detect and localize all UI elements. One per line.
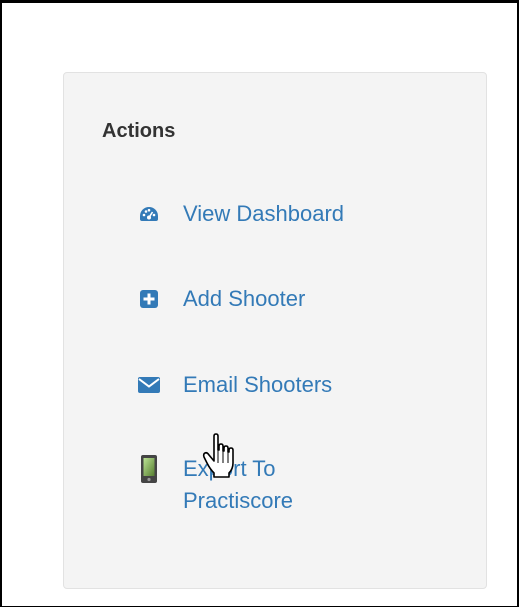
export-to-practiscore-label: Export To Practiscore: [183, 456, 294, 513]
actions-panel: Actions View Dashboard Add Shooter Email…: [63, 72, 487, 589]
plus-square-icon: [136, 283, 162, 315]
envelope-icon: [136, 369, 162, 401]
export-to-practiscore-link[interactable]: Export To Practiscore: [136, 453, 306, 517]
mobile-phone-icon: [136, 453, 162, 485]
view-dashboard-link[interactable]: View Dashboard: [136, 198, 344, 230]
add-shooter-label: Add Shooter: [183, 286, 306, 311]
window-frame: Actions View Dashboard Add Shooter Email…: [0, 0, 519, 607]
add-shooter-link[interactable]: Add Shooter: [136, 283, 305, 315]
panel-title: Actions: [102, 120, 176, 142]
view-dashboard-label: View Dashboard: [183, 201, 345, 226]
email-shooters-link[interactable]: Email Shooters: [136, 369, 332, 401]
dashboard-icon: [136, 198, 162, 230]
email-shooters-label: Email Shooters: [183, 372, 333, 397]
